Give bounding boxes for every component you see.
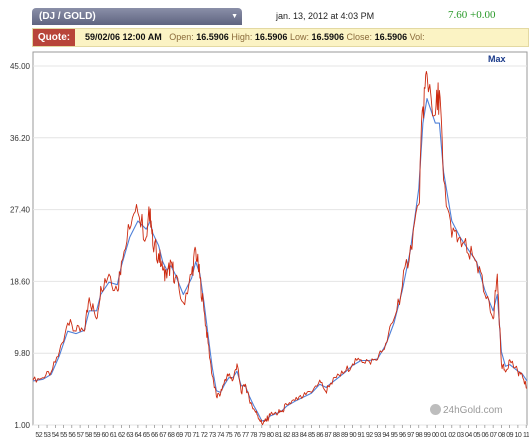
x-tick-label: 76 — [234, 432, 241, 439]
high-label: High: — [231, 32, 253, 42]
x-tick-label: 84 — [300, 432, 307, 439]
x-tick-label: 70 — [184, 432, 191, 439]
x-tick-label: 82 — [283, 432, 290, 439]
logo-icon — [430, 404, 441, 415]
x-tick-label: 55 — [60, 432, 67, 439]
x-tick-label: 77 — [242, 432, 249, 439]
y-tick-label: 27.40 — [10, 206, 31, 215]
y-tick-label: 36.20 — [10, 134, 31, 143]
x-tick-label: 59 — [93, 432, 100, 439]
y-tick-label: 45.00 — [10, 62, 31, 71]
open-label: Open: — [169, 32, 194, 42]
x-tick-label: 99 — [424, 432, 431, 439]
quote-bar: Quote: 59/02/06 12:00 AM Open: 16.5906 H… — [32, 28, 529, 47]
top-bar: (DJ / GOLD) ▼ jan. 13, 2012 at 4:03 PM 7… — [0, 0, 529, 26]
x-tick-label: 66 — [151, 432, 158, 439]
x-tick-label: 90 — [349, 432, 356, 439]
x-tick-label: 03 — [457, 432, 464, 439]
last-price: 7.60 +0.00 — [448, 9, 496, 21]
low-value: 16.5906 — [311, 32, 345, 42]
quote-label: Quote: — [33, 29, 75, 46]
x-tick-label: 52 — [35, 432, 42, 439]
y-tick-label: 9.80 — [14, 349, 30, 358]
x-tick-label: 83 — [291, 432, 298, 439]
chevron-down-icon[interactable]: ▼ — [231, 8, 238, 25]
quote-values: 59/02/06 12:00 AM Open: 16.5906 High: 16… — [85, 29, 425, 46]
x-tick-label: 61 — [110, 432, 117, 439]
x-tick-label: 58 — [85, 432, 92, 439]
watermark: 24hGold.com — [430, 404, 502, 416]
x-tick-label: 05 — [473, 432, 480, 439]
y-tick-label: 1.00 — [14, 421, 30, 430]
x-tick-label: 04 — [465, 432, 472, 439]
y-tick-label: 18.60 — [10, 277, 31, 286]
x-tick-label: 74 — [217, 432, 224, 439]
x-tick-label: 60 — [101, 432, 108, 439]
x-tick-label: 56 — [68, 432, 75, 439]
vol-label: Vol: — [409, 32, 425, 42]
x-tick-label: 85 — [308, 432, 315, 439]
x-tick-label: 78 — [250, 432, 257, 439]
x-tick-label: 75 — [225, 432, 232, 439]
x-tick-label: 95 — [391, 432, 398, 439]
x-tick-label: 97 — [407, 432, 414, 439]
close-label: Close: — [346, 32, 373, 42]
x-tick-label: 69 — [176, 432, 183, 439]
x-tick-label: 89 — [341, 432, 348, 439]
x-tick-label: 80 — [267, 432, 274, 439]
x-tick-label: 98 — [415, 432, 422, 439]
range-max-button[interactable]: Max — [488, 54, 506, 64]
x-tick-label: 92 — [366, 432, 373, 439]
x-tick-label: 94 — [382, 432, 389, 439]
x-tick-label: 73 — [209, 432, 216, 439]
x-tick-label: 02 — [448, 432, 455, 439]
price-chart[interactable]: 1.00 9.80 18.60 27.40 36.20 45.00 52 53 54 55 56 57… — [0, 48, 529, 447]
x-tick-label: 53 — [44, 432, 51, 439]
x-tick-label: 72 — [201, 432, 208, 439]
close-value: 16.5906 — [374, 32, 408, 42]
watermark-text: 24hGold.com — [443, 405, 503, 416]
x-tick-label: 88 — [333, 432, 340, 439]
x-tick-label: 96 — [399, 432, 406, 439]
x-tick-label: 01 — [440, 432, 447, 439]
x-tick-label: 64 — [135, 432, 142, 439]
quote-datetime: jan. 13, 2012 at 4:03 PM — [276, 11, 375, 21]
symbol-selector[interactable]: (DJ / GOLD) ▼ — [32, 8, 242, 25]
x-tick-label: 57 — [77, 432, 84, 439]
x-tick-label: 81 — [275, 432, 282, 439]
x-tick-label: 79 — [258, 432, 265, 439]
x-tick-label: 11 — [523, 432, 529, 439]
x-tick-label: 06 — [481, 432, 488, 439]
x-tick-label: 63 — [126, 432, 133, 439]
x-tick-label: 65 — [143, 432, 150, 439]
symbol-label: (DJ / GOLD) — [39, 11, 96, 22]
x-tick-label: 62 — [118, 432, 125, 439]
x-tick-label: 09 — [506, 432, 513, 439]
x-tick-label: 07 — [490, 432, 497, 439]
x-tick-label: 91 — [358, 432, 365, 439]
x-tick-label: 54 — [52, 432, 59, 439]
x-tick-label: 71 — [192, 432, 199, 439]
x-tick-label: 68 — [168, 432, 175, 439]
high-value: 16.5906 — [254, 32, 288, 42]
low-label: Low: — [289, 32, 309, 42]
plot-area — [32, 51, 528, 426]
x-tick-label: 67 — [159, 432, 166, 439]
x-tick-label: 93 — [374, 432, 381, 439]
x-tick-label: 08 — [498, 432, 505, 439]
x-tick-label: 00 — [432, 432, 439, 439]
x-tick-label: 86 — [316, 432, 323, 439]
open-value: 16.5906 — [196, 32, 229, 42]
quote-date: 59/02/06 12:00 AM — [85, 32, 162, 42]
x-tick-label: 10 — [515, 432, 522, 439]
x-tick-label: 87 — [325, 432, 332, 439]
